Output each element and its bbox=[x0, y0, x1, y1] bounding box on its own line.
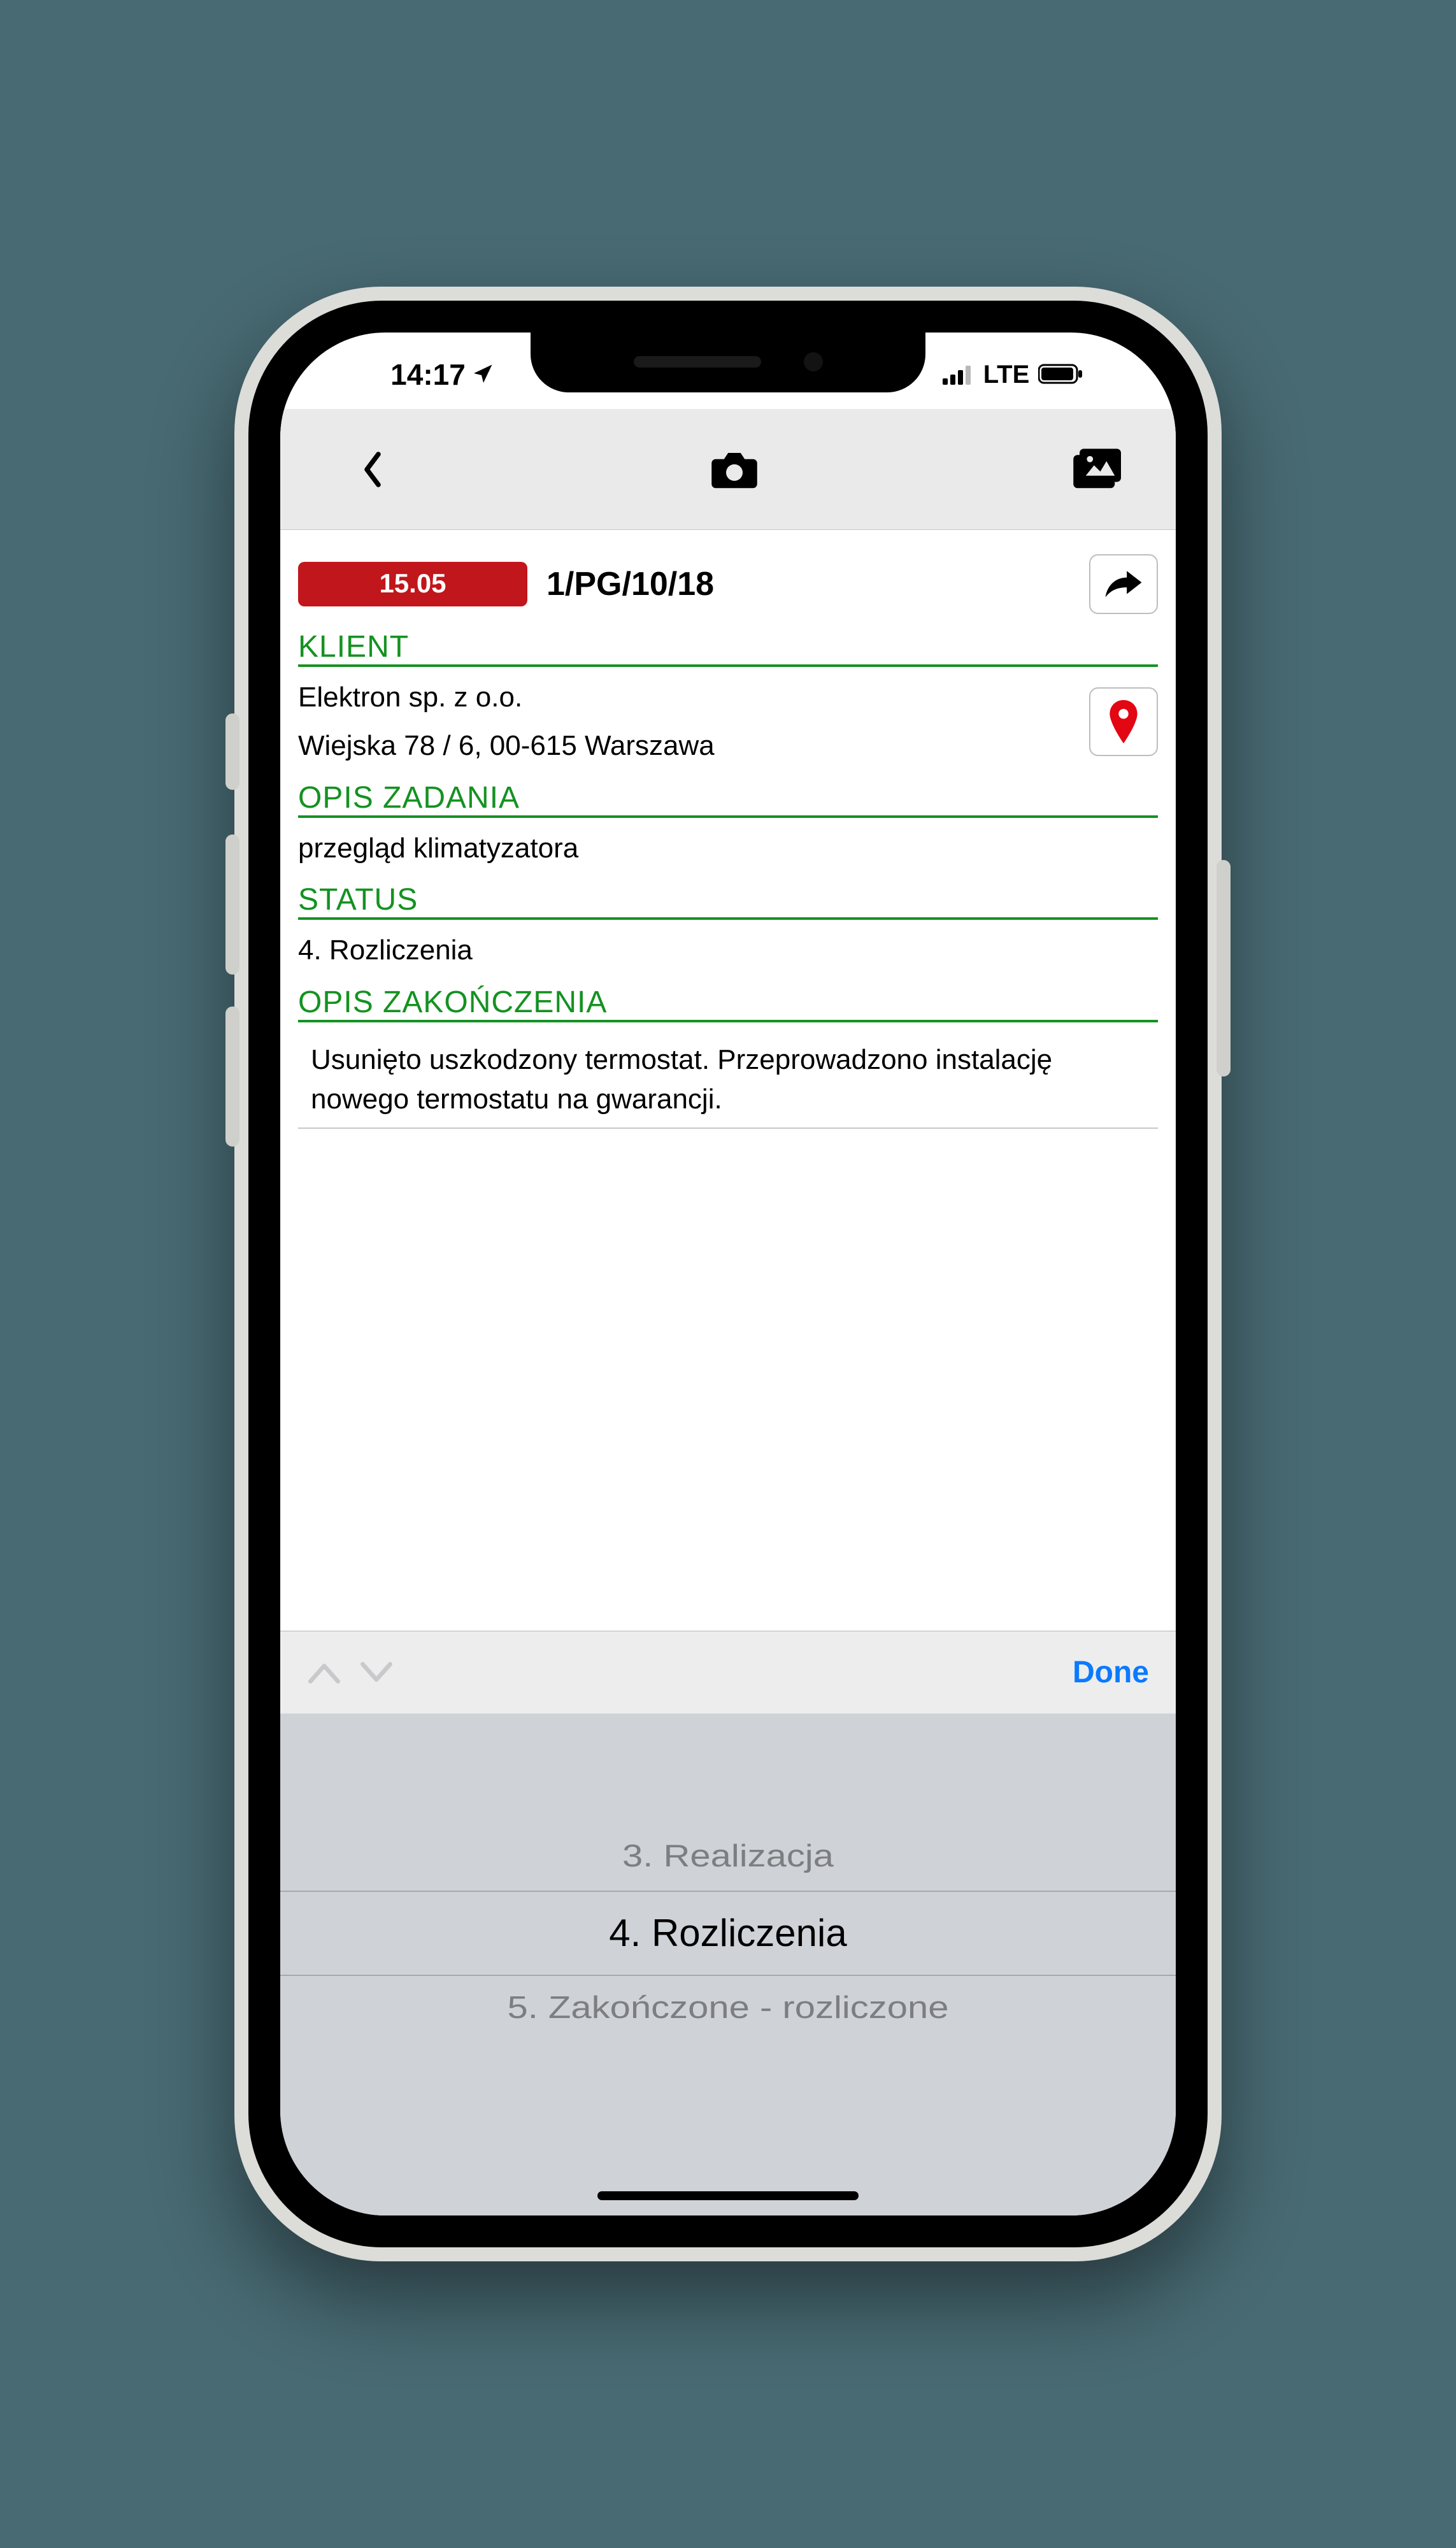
home-indicator[interactable] bbox=[597, 2191, 859, 2200]
status-bar: 14:17 LTE bbox=[280, 347, 1176, 403]
toolbar bbox=[280, 409, 1176, 530]
status-time: 14:17 bbox=[390, 357, 466, 392]
keyboard-accessory-bar: Done bbox=[280, 1631, 1176, 1714]
status-value[interactable]: 4. Rozliczenia bbox=[298, 930, 1158, 985]
section-opis-zadania: OPIS ZADANIA przegląd klimatyzatora bbox=[280, 780, 1176, 883]
task-header: 15.05 1/PG/10/18 bbox=[280, 530, 1176, 629]
picker-option[interactable]: 3. Realizacja bbox=[280, 1838, 1176, 1874]
phone-frame: 14:17 LTE bbox=[234, 287, 1222, 2261]
opis-zadania-text: przegląd klimatyzatora bbox=[298, 828, 1158, 883]
picker-option[interactable]: 5. Zakończone - rozliczone bbox=[280, 1989, 1176, 2026]
status-network: LTE bbox=[983, 361, 1030, 389]
section-title-status: STATUS bbox=[298, 882, 1158, 920]
battery-icon bbox=[1038, 357, 1084, 392]
camera-button[interactable] bbox=[706, 441, 763, 498]
keyboard-done-button[interactable]: Done bbox=[1073, 1655, 1149, 1690]
signal-strength-icon bbox=[943, 357, 974, 392]
status-picker[interactable]: 3. Realizacja 4. Rozliczenia 5. Zakończo… bbox=[280, 1714, 1176, 2215]
phone-volume-up-button bbox=[225, 834, 239, 975]
opis-zakonczenia-text[interactable]: Usunięto uszkodzony termostat. Przeprowa… bbox=[298, 1033, 1158, 1129]
klient-address: Wiejska 78 / 6, 00-615 Warszawa bbox=[298, 726, 1074, 766]
map-pin-button[interactable] bbox=[1089, 687, 1158, 756]
share-button[interactable] bbox=[1089, 554, 1158, 614]
keyboard-previous-button[interactable] bbox=[307, 1653, 341, 1693]
section-title-klient: KLIENT bbox=[298, 629, 1158, 667]
phone-power-button bbox=[1217, 860, 1231, 1077]
task-id: 1/PG/10/18 bbox=[546, 565, 714, 603]
date-badge: 15.05 bbox=[298, 562, 527, 606]
phone-volume-down-button bbox=[225, 1006, 239, 1147]
location-arrow-icon bbox=[472, 357, 495, 392]
section-klient: KLIENT Elektron sp. z o.o. Wiejska 78 / … bbox=[280, 629, 1176, 780]
section-status: STATUS 4. Rozliczenia bbox=[280, 882, 1176, 985]
klient-name: Elektron sp. z o.o. bbox=[298, 677, 1074, 718]
section-opis-zakonczenia: OPIS ZAKOŃCZENIA Usunięto uszkodzony ter… bbox=[280, 985, 1176, 1129]
section-title-opis-zadania: OPIS ZADANIA bbox=[298, 780, 1158, 818]
picker-option-selected[interactable]: 4. Rozliczenia bbox=[280, 1911, 1176, 1955]
phone-mute-switch bbox=[225, 713, 239, 790]
screen: 14:17 LTE bbox=[280, 333, 1176, 2215]
back-button[interactable] bbox=[344, 441, 401, 498]
gallery-button[interactable] bbox=[1067, 441, 1125, 498]
keyboard-next-button[interactable] bbox=[359, 1653, 394, 1693]
section-title-opis-zakonczenia: OPIS ZAKOŃCZENIA bbox=[298, 985, 1158, 1022]
